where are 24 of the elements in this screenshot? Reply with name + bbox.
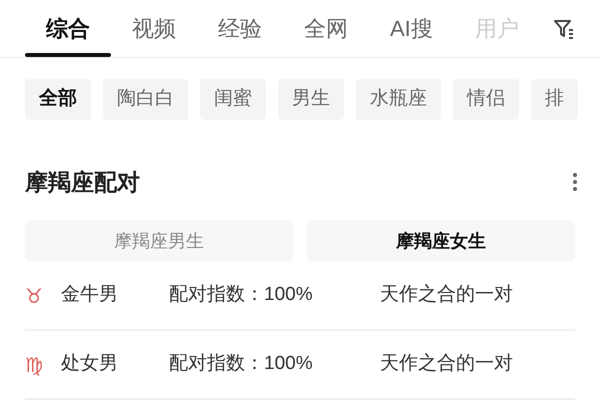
tab[interactable]: 视频 [111,0,197,57]
tab[interactable]: 综合 [25,0,111,57]
sign-name: 金牛男 [61,283,119,308]
match-verdict: 天作之合的一对 [380,283,513,308]
filter-chip[interactable]: 全部 [25,79,91,120]
match-score: 配对指数：100% [169,352,314,376]
sign-name: 处女男 [61,352,119,376]
match-verdict: 天作之合的一对 [380,352,513,376]
more-icon[interactable] [572,172,578,192]
filter-chip[interactable]: 闺蜜 [200,79,266,120]
filter-chip[interactable]: 男生 [278,79,344,120]
card-title: 摩羯座配对 [25,168,140,197]
zodiac-icon: ♍ [25,350,61,380]
tab[interactable]: AI搜 [369,0,454,57]
filter-chip[interactable]: 水瓶座 [356,79,441,120]
tab[interactable]: 经验 [197,0,283,57]
filter-chip[interactable]: 排 [531,79,578,120]
tab[interactable]: 全网 [283,0,369,57]
filter-chip[interactable]: 情侣 [453,79,519,120]
filter-chip[interactable]: 陶白白 [103,79,188,120]
zodiac-icon: ♉ [25,280,61,310]
segment-button[interactable]: 摩羯座女生 [307,220,575,262]
segment-button[interactable]: 摩羯座男生 [25,220,293,262]
match-score: 配对指数：100% [169,283,314,308]
